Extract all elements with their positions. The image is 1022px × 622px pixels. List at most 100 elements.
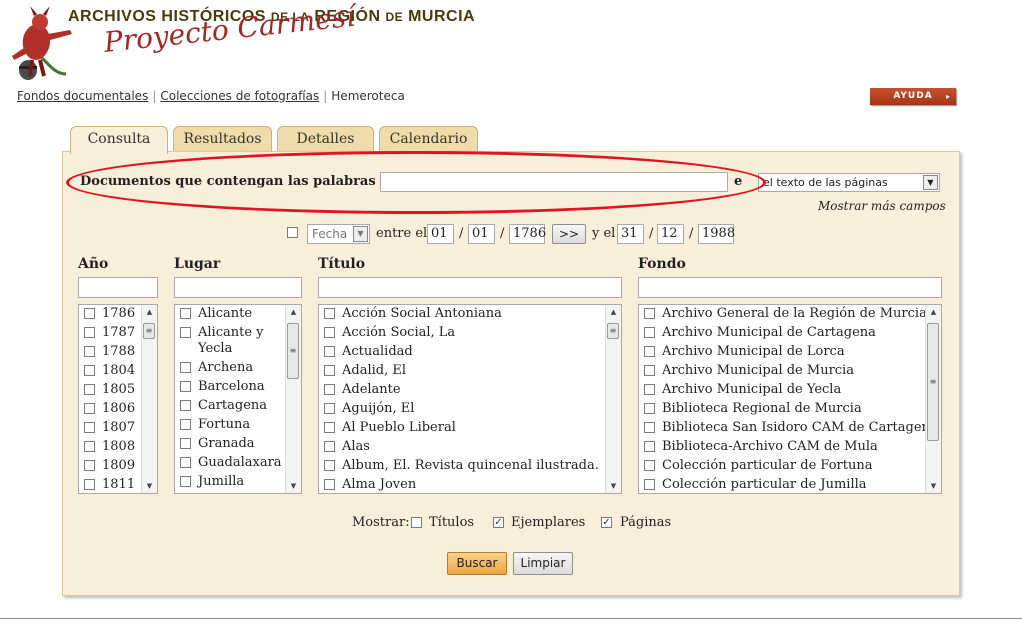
list-item[interactable]: Alicante y Yecla bbox=[180, 325, 280, 357]
list-item[interactable]: Colección particular de Fortuna bbox=[644, 458, 872, 473]
list-item[interactable]: Biblioteca-Archivo CAM de Mula bbox=[644, 439, 878, 454]
list-item[interactable]: Biblioteca San Isidoro CAM de Cartagena bbox=[644, 420, 938, 435]
list-item[interactable]: Archivo Municipal de Murcia bbox=[644, 363, 854, 378]
from-month-input[interactable]: 01 bbox=[468, 224, 495, 244]
title-listbox[interactable]: Acción Social Antoniana Acción Social, L… bbox=[318, 304, 622, 494]
fondo-filter-input[interactable] bbox=[638, 277, 942, 298]
item-checkbox[interactable] bbox=[84, 384, 95, 395]
item-checkbox[interactable] bbox=[324, 403, 335, 414]
item-checkbox[interactable] bbox=[324, 327, 335, 338]
item-checkbox[interactable] bbox=[644, 403, 655, 414]
list-item[interactable]: Alas bbox=[324, 439, 370, 454]
list-item[interactable]: 1809 bbox=[84, 458, 135, 473]
item-checkbox[interactable] bbox=[324, 460, 335, 471]
item-checkbox[interactable] bbox=[180, 327, 191, 338]
scrollbar[interactable]: ▲ ≡ ▼ bbox=[605, 305, 621, 493]
item-checkbox[interactable] bbox=[180, 400, 191, 411]
show-copies-checkbox[interactable] bbox=[493, 517, 504, 528]
list-item[interactable]: 1811 bbox=[84, 477, 135, 492]
list-item[interactable]: Alma Joven bbox=[324, 477, 416, 492]
scroll-down-icon[interactable]: ▼ bbox=[606, 479, 621, 493]
year-listbox[interactable]: 1786 1787 1788 1804 1805 1806 1807 1808 … bbox=[78, 304, 158, 494]
title-filter-input[interactable] bbox=[318, 277, 622, 298]
scroll-down-icon[interactable]: ▼ bbox=[926, 479, 941, 493]
tab-consulta[interactable]: Consulta bbox=[70, 126, 168, 154]
item-checkbox[interactable] bbox=[180, 419, 191, 430]
item-checkbox[interactable] bbox=[84, 346, 95, 357]
item-checkbox[interactable] bbox=[84, 365, 95, 376]
tab-detalles[interactable]: Detalles bbox=[277, 126, 374, 153]
item-checkbox[interactable] bbox=[644, 365, 655, 376]
item-checkbox[interactable] bbox=[644, 479, 655, 490]
list-item[interactable]: Acción Social Antoniana bbox=[324, 306, 502, 321]
list-item[interactable]: 1807 bbox=[84, 420, 135, 435]
item-checkbox[interactable] bbox=[180, 457, 191, 468]
list-item[interactable]: Adalid, El bbox=[324, 363, 406, 378]
list-item[interactable]: Acción Social, La bbox=[324, 325, 455, 340]
list-item[interactable]: 1787 bbox=[84, 325, 135, 340]
item-checkbox[interactable] bbox=[324, 346, 335, 357]
show-pages-checkbox[interactable] bbox=[601, 517, 612, 528]
scroll-thumb[interactable]: ≡ bbox=[927, 323, 939, 441]
item-checkbox[interactable] bbox=[84, 441, 95, 452]
from-day-input[interactable]: 01 bbox=[427, 224, 454, 244]
year-filter-input[interactable] bbox=[78, 277, 158, 298]
clear-button[interactable]: Limpiar bbox=[513, 552, 573, 575]
list-item[interactable]: Archivo Municipal de Lorca bbox=[644, 344, 845, 359]
item-checkbox[interactable] bbox=[180, 476, 191, 487]
item-checkbox[interactable] bbox=[324, 308, 335, 319]
nav-colecciones-fotografias[interactable]: Colecciones de fotografías bbox=[160, 89, 319, 103]
scroll-up-icon[interactable]: ▲ bbox=[606, 305, 621, 319]
list-item[interactable]: Barcelona bbox=[180, 379, 265, 394]
search-button[interactable]: Buscar bbox=[447, 552, 507, 575]
item-checkbox[interactable] bbox=[644, 327, 655, 338]
list-item[interactable]: 1786 bbox=[84, 306, 135, 321]
date-go-button[interactable]: >> bbox=[552, 224, 586, 244]
to-year-input[interactable]: 1988 bbox=[698, 224, 735, 244]
to-day-input[interactable]: 31 bbox=[617, 224, 644, 244]
item-checkbox[interactable] bbox=[180, 308, 191, 319]
item-checkbox[interactable] bbox=[324, 384, 335, 395]
item-checkbox[interactable] bbox=[324, 365, 335, 376]
date-filter-checkbox[interactable] bbox=[287, 227, 298, 238]
list-item[interactable]: 1804 bbox=[84, 363, 135, 378]
list-item[interactable]: Biblioteca Regional de Murcia bbox=[644, 401, 862, 416]
scroll-up-icon[interactable]: ▲ bbox=[286, 305, 301, 319]
item-checkbox[interactable] bbox=[644, 346, 655, 357]
nav-hemeroteca[interactable]: Hemeroteca bbox=[331, 89, 405, 103]
list-item[interactable]: 1808 bbox=[84, 439, 135, 454]
item-checkbox[interactable] bbox=[644, 441, 655, 452]
list-item[interactable]: 1788 bbox=[84, 344, 135, 359]
list-item[interactable]: Archivo Municipal de Cartagena bbox=[644, 325, 876, 340]
list-item[interactable]: Album, El. Revista quincenal ilustrada. bbox=[324, 458, 599, 473]
item-checkbox[interactable] bbox=[644, 460, 655, 471]
scrollbar[interactable]: ▲ ≡ ▼ bbox=[141, 305, 157, 493]
list-item[interactable]: Fortuna bbox=[180, 417, 250, 432]
item-checkbox[interactable] bbox=[644, 308, 655, 319]
list-item[interactable]: Al Pueblo Liberal bbox=[324, 420, 456, 435]
scroll-down-icon[interactable]: ▼ bbox=[142, 479, 157, 493]
show-titles-checkbox[interactable] bbox=[411, 517, 422, 528]
scrollbar[interactable]: ▲ ≡ ▼ bbox=[925, 305, 941, 493]
item-checkbox[interactable] bbox=[180, 362, 191, 373]
list-item[interactable]: Colección particular de Jumilla bbox=[644, 477, 867, 492]
item-checkbox[interactable] bbox=[644, 422, 655, 433]
list-item[interactable]: Aguijón, El bbox=[324, 401, 414, 416]
item-checkbox[interactable] bbox=[84, 460, 95, 471]
place-filter-input[interactable] bbox=[174, 277, 302, 298]
to-month-input[interactable]: 12 bbox=[657, 224, 684, 244]
list-item[interactable]: Jumilla bbox=[180, 474, 244, 489]
tab-resultados[interactable]: Resultados bbox=[173, 126, 272, 153]
fondo-listbox[interactable]: Archivo General de la Región de Murcia A… bbox=[638, 304, 942, 494]
place-listbox[interactable]: Alicante Alicante y Yecla Archena Barcel… bbox=[174, 304, 302, 494]
scroll-down-icon[interactable]: ▼ bbox=[286, 479, 301, 493]
list-item[interactable]: Cartagena bbox=[180, 398, 267, 413]
tab-calendario[interactable]: Calendario bbox=[379, 126, 478, 153]
list-item[interactable]: Actualidad bbox=[324, 344, 413, 359]
item-checkbox[interactable] bbox=[324, 479, 335, 490]
list-item[interactable]: 1806 bbox=[84, 401, 135, 416]
list-item[interactable]: Adelante bbox=[324, 382, 401, 397]
item-checkbox[interactable] bbox=[84, 403, 95, 414]
nav-fondos-documentales[interactable]: Fondos documentales bbox=[17, 89, 148, 103]
list-item[interactable]: Archivo Municipal de Yecla bbox=[644, 382, 841, 397]
